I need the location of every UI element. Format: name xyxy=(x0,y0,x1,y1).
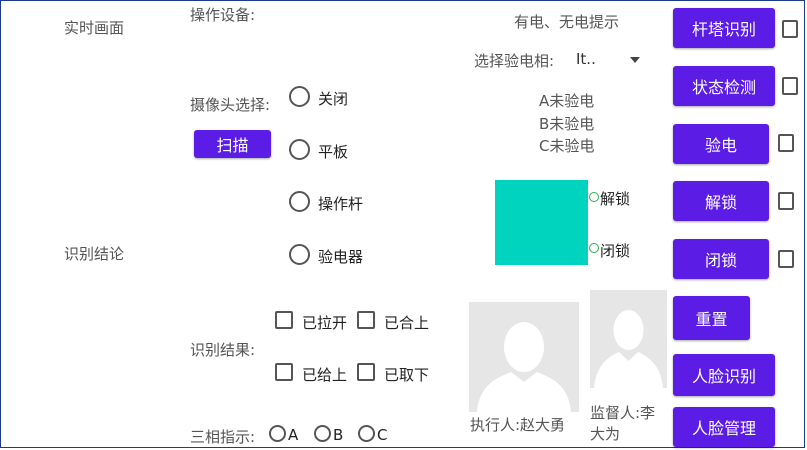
camera-option-rod-label: 操作杆 xyxy=(318,195,364,213)
chevron-down-icon xyxy=(630,57,640,63)
camera-option-off-label: 关闭 xyxy=(318,90,349,108)
supervisor-label: 监督人:李大为 xyxy=(590,404,656,443)
result-conclusion-label: 识别结论 xyxy=(64,245,125,263)
result-closed-label: 已合上 xyxy=(384,314,430,332)
face-recognition-button[interactable]: 人脸识别 xyxy=(673,354,775,396)
phase-c-radio-label: C xyxy=(377,426,388,444)
camera-option-rod-radio[interactable] xyxy=(289,191,310,212)
face-management-button[interactable]: 人脸管理 xyxy=(673,407,775,447)
scan-button[interactable]: 扫描 xyxy=(194,130,271,158)
result-removed-checkbox[interactable] xyxy=(357,363,375,381)
result-opened-label: 已拉开 xyxy=(302,314,348,332)
phase-c-radio[interactable] xyxy=(358,425,375,442)
result-installed-checkbox[interactable] xyxy=(275,363,293,381)
lock-status-panel xyxy=(495,180,588,265)
lock-status-label: 闭锁 xyxy=(600,242,631,260)
reset-button[interactable]: 重置 xyxy=(673,296,750,340)
unlock-checkbox[interactable] xyxy=(778,192,794,210)
result-removed-label: 已取下 xyxy=(384,366,430,384)
camera-option-tablet-label: 平板 xyxy=(318,143,349,161)
phase-select[interactable]: It.. xyxy=(576,49,646,71)
voltage-test-button[interactable]: 验电 xyxy=(673,124,769,164)
phase-a-status: A未验电 xyxy=(539,92,595,110)
phase-b-radio-label: B xyxy=(333,426,344,444)
power-notice: 有电、无电提示 xyxy=(514,13,620,31)
phase-b-status: B未验电 xyxy=(539,115,595,133)
lock-button[interactable]: 闭锁 xyxy=(673,239,769,279)
camera-label: 摄像头选择: xyxy=(190,96,271,114)
camera-option-off-radio[interactable] xyxy=(289,86,310,107)
voltage-test-checkbox[interactable] xyxy=(778,134,794,152)
camera-option-tester-label: 验电器 xyxy=(318,248,364,266)
tower-recognition-button[interactable]: 杆塔识别 xyxy=(673,8,775,48)
phase-a-radio[interactable] xyxy=(269,425,286,442)
result-installed-label: 已给上 xyxy=(302,366,348,384)
result-opened-checkbox[interactable] xyxy=(275,311,293,329)
device-label: 操作设备: xyxy=(190,6,256,24)
tower-recognition-checkbox[interactable] xyxy=(782,20,798,38)
lock-checkbox[interactable] xyxy=(778,250,794,268)
person-icon xyxy=(594,310,663,388)
recognition-result-label: 识别结果: xyxy=(190,341,256,359)
phase-b-radio[interactable] xyxy=(314,425,331,442)
supervisor-avatar xyxy=(590,290,667,388)
unlock-status-label: 解锁 xyxy=(600,190,631,208)
lock-indicator xyxy=(589,243,599,253)
camera-option-tester-radio[interactable] xyxy=(289,244,310,265)
person-icon xyxy=(477,322,571,412)
realtime-label: 实时画面 xyxy=(64,19,125,37)
phase-c-status: C未验电 xyxy=(539,137,595,155)
executor-avatar xyxy=(469,302,579,412)
executor-label: 执行人:赵大勇 xyxy=(470,416,566,434)
state-detection-button[interactable]: 状态检测 xyxy=(673,66,775,106)
phase-select-value: It.. xyxy=(576,50,596,68)
state-detection-checkbox[interactable] xyxy=(782,77,798,95)
unlock-button[interactable]: 解锁 xyxy=(673,181,769,221)
camera-option-tablet-radio[interactable] xyxy=(289,139,310,160)
result-closed-checkbox[interactable] xyxy=(357,311,375,329)
three-phase-label: 三相指示: xyxy=(190,428,256,446)
unlock-indicator xyxy=(589,192,599,202)
phase-a-radio-label: A xyxy=(288,426,299,444)
phase-select-label: 选择验电相: xyxy=(474,52,555,70)
